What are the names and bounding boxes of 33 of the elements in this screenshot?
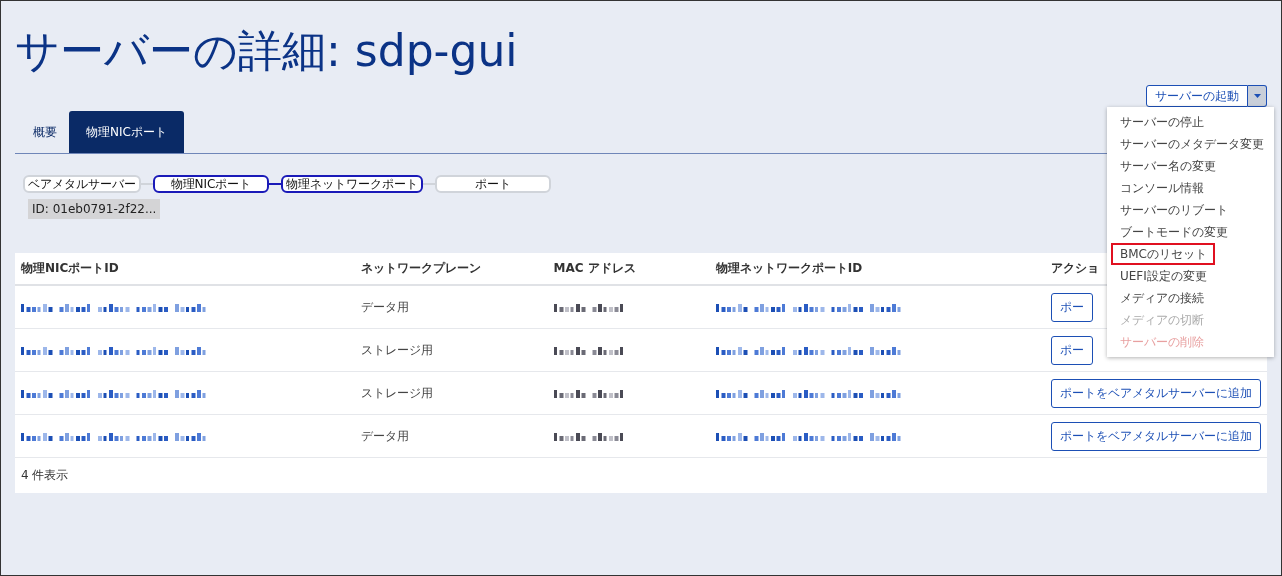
column-header: 物理NICポートID — [15, 253, 355, 285]
table-cell: ストレージ用 — [354, 328, 548, 372]
column-header: MAC アドレス — [547, 253, 710, 285]
add-port-button[interactable]: ポートをベアメタルサーバーに追加 — [1051, 378, 1261, 408]
flow-node[interactable]: 物理ネットワークポート — [281, 175, 423, 193]
start-server-button[interactable]: サーバーの起動 — [1146, 85, 1248, 107]
menu-item[interactable]: サーバーの停止 — [1111, 111, 1212, 133]
menu-item[interactable]: サーバー名の変更 — [1111, 155, 1224, 177]
menu-item[interactable]: サーバーのリブート — [1111, 199, 1236, 221]
page-title: サーバーの詳細: sdp-gui — [15, 24, 519, 78]
menu-item[interactable]: サーバーのメタデータ変更 — [1111, 133, 1272, 155]
id-chip: ID: 01eb0791-2f22... — [28, 199, 161, 219]
menu-item[interactable]: UEFI設定の変更 — [1111, 265, 1215, 287]
table-cell: ストレージ用 — [354, 371, 548, 415]
row-count: 4 件表示 — [20, 467, 70, 484]
menu-item[interactable]: ブートモードの変更 — [1111, 221, 1236, 243]
menu-item[interactable]: BMCのリセット — [1111, 243, 1215, 265]
table-cell: データ用 — [354, 285, 548, 329]
tab[interactable]: 概要 — [21, 111, 69, 153]
flow-node[interactable]: 物理NICポート — [153, 175, 269, 193]
add-port-button[interactable]: ポー — [1051, 335, 1093, 365]
add-port-button[interactable]: ポートをベアメタルサーバーに追加 — [1051, 421, 1261, 451]
column-header: ネットワークプレーン — [354, 253, 548, 285]
menu-item[interactable]: メディアの接続 — [1111, 287, 1212, 309]
add-port-button[interactable]: ポー — [1051, 292, 1093, 322]
flow-node[interactable]: ベアメタルサーバー — [23, 175, 141, 193]
table-cell: データ用 — [354, 414, 548, 458]
menu-item[interactable]: コンソール情報 — [1111, 177, 1212, 199]
tab[interactable]: 物理NICポート — [69, 111, 184, 153]
column-header: 物理ネットワークポートID — [709, 253, 1045, 285]
flow-node[interactable]: ポート — [435, 175, 551, 193]
dropdown-toggle[interactable] — [1248, 85, 1267, 107]
caret-icon — [1253, 94, 1261, 98]
